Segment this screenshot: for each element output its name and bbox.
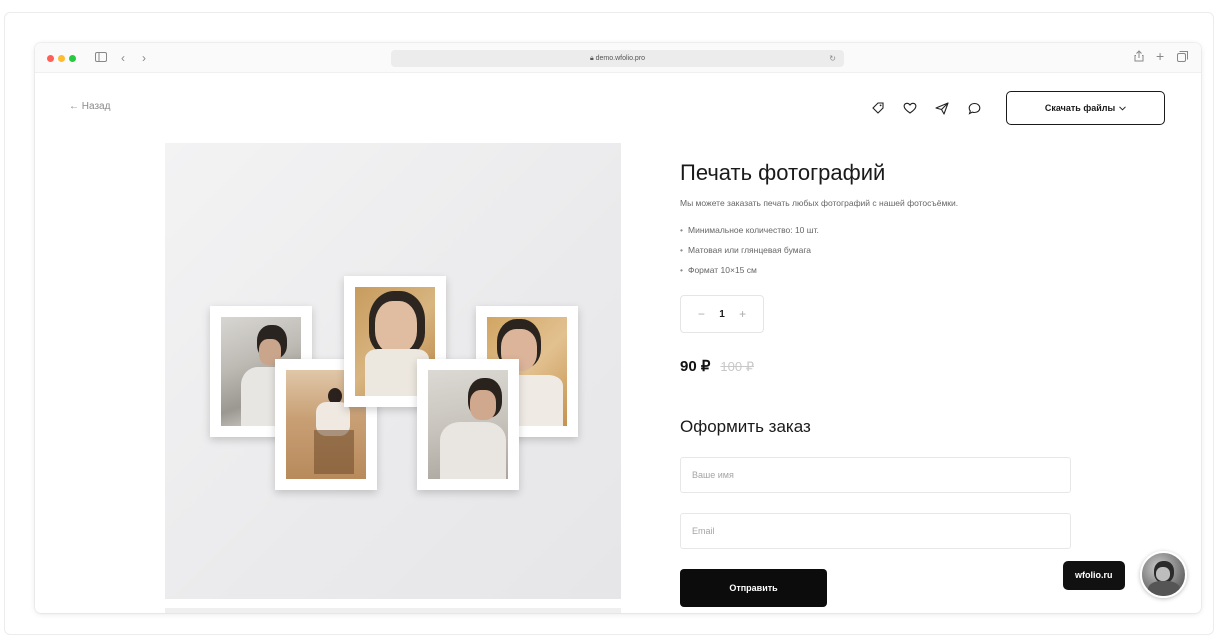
close-dot[interactable] <box>47 55 54 62</box>
lock-icon: 🔒︎ <box>589 55 594 62</box>
product-image[interactable] <box>165 143 621 599</box>
sidebar-icon[interactable] <box>95 50 107 66</box>
quantity-value[interactable]: 1 <box>719 309 725 320</box>
feature-item: Матовая или глянцевая бумага <box>680 243 819 263</box>
heart-icon[interactable] <box>901 99 919 117</box>
email-field[interactable] <box>680 513 1071 549</box>
avatar[interactable] <box>1140 551 1187 598</box>
browser-toolbar: ‹ › 🔒︎ demo.wfolio.pro ↻ + <box>35 43 1201 73</box>
product-title: Печать фотографий <box>680 160 886 185</box>
submit-button[interactable]: Отправить <box>680 569 827 607</box>
price-row: 90 ₽ 100 ₽ <box>680 357 754 375</box>
feature-item: Формат 10×15 см <box>680 263 819 283</box>
back-link[interactable]: ← Назад <box>69 101 110 112</box>
product-description: Мы можете заказать печать любых фотограф… <box>680 198 959 208</box>
address-bar[interactable]: 🔒︎ demo.wfolio.pro ↻ <box>391 50 844 67</box>
url-text: demo.wfolio.pro <box>595 55 646 62</box>
share-icon[interactable] <box>1134 50 1144 66</box>
decrease-button[interactable]: − <box>694 307 708 321</box>
minimize-dot[interactable] <box>58 55 65 62</box>
order-section-title: Оформить заказ <box>680 417 811 436</box>
window-controls <box>47 55 76 62</box>
forward-arrow-icon[interactable]: › <box>142 50 146 66</box>
chevron-down-icon <box>1119 103 1126 113</box>
download-label: Скачать файлы <box>1044 103 1116 113</box>
wfolio-badge[interactable]: wfolio.ru <box>1063 561 1125 590</box>
browser-window: ‹ › 🔒︎ demo.wfolio.pro ↻ + ← Назад Скача… <box>35 43 1201 613</box>
tag-icon[interactable] <box>869 99 887 117</box>
image-thumbnail-strip <box>165 608 621 613</box>
current-price: 90 ₽ <box>680 358 711 375</box>
quantity-stepper: − 1 + <box>680 295 764 333</box>
maximize-dot[interactable] <box>69 55 76 62</box>
action-icons <box>869 99 983 117</box>
send-icon[interactable] <box>933 99 951 117</box>
photo-print <box>417 359 519 490</box>
back-arrow-icon[interactable]: ‹ <box>121 50 125 66</box>
back-label: ← Назад <box>69 101 111 112</box>
new-tab-icon[interactable]: + <box>1156 48 1164 64</box>
tabs-overview-icon[interactable] <box>1177 50 1188 66</box>
feature-item: Минимальное количество: 10 шт. <box>680 223 819 243</box>
feature-list: Минимальное количество: 10 шт. Матовая и… <box>680 223 819 283</box>
old-price: 100 ₽ <box>720 359 754 374</box>
increase-button[interactable]: + <box>736 307 750 321</box>
name-field[interactable] <box>680 457 1071 493</box>
comment-icon[interactable] <box>965 99 983 117</box>
download-files-button[interactable]: Скачать файлы <box>1006 91 1165 125</box>
reload-icon[interactable]: ↻ <box>829 50 836 67</box>
